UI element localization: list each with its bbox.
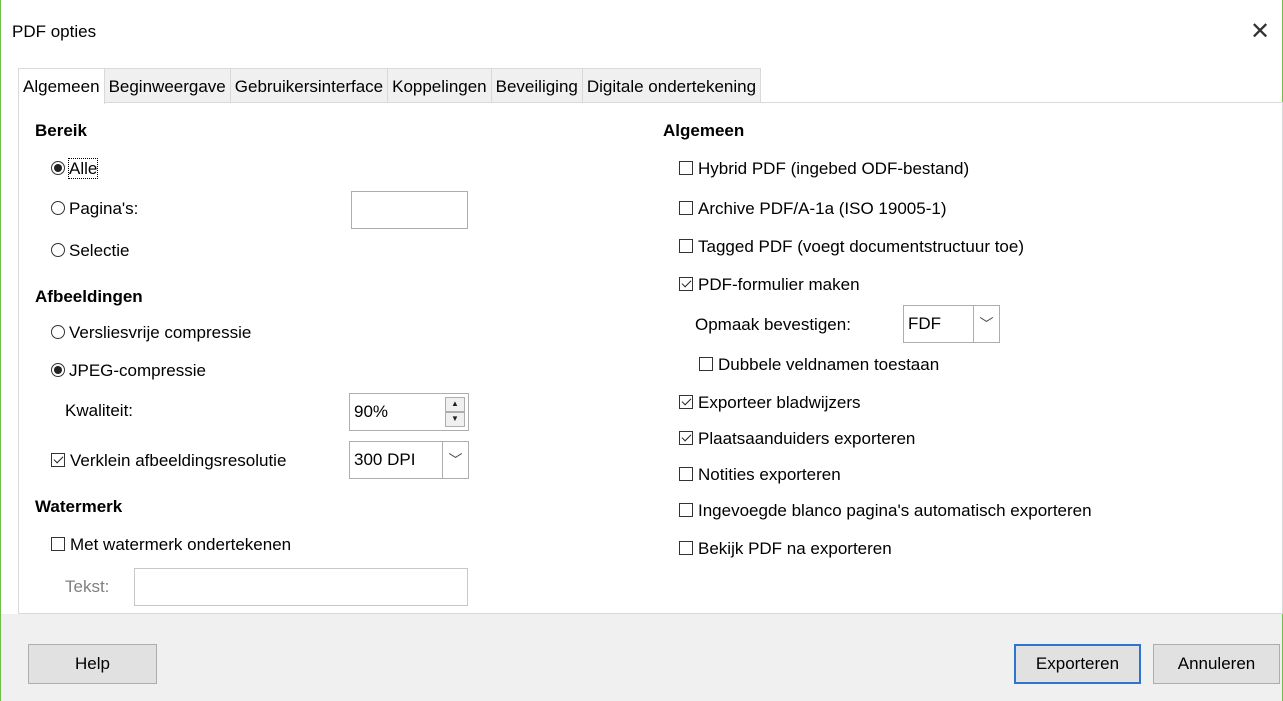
- hybrid-pdf-label: Hybrid PDF (ingebed ODF-bestand): [698, 159, 970, 178]
- radio-icon[interactable]: [51, 325, 65, 339]
- range-pages-label: Pagina's:: [69, 199, 139, 218]
- jpeg-option[interactable]: JPEG-compressie: [51, 361, 206, 381]
- checkbox-icon[interactable]: [679, 541, 693, 555]
- pdf-options-dialog: PDF opties ✕ Algemeen Beginweergave Gebr…: [0, 0, 1283, 701]
- archive-pdf-option[interactable]: Archive PDF/A-1a (ISO 19005-1): [679, 199, 946, 219]
- tab-panel-algemeen: Bereik Alle Pagina's: Selectie Afbeeldin…: [18, 102, 1283, 614]
- button-bar: Help Exporteren Annuleren: [1, 614, 1282, 701]
- submit-format-value: FDF: [908, 314, 942, 333]
- duplicate-fields-label: Dubbele veldnamen toestaan: [718, 355, 940, 374]
- general-heading: Algemeen: [663, 121, 745, 140]
- checkbox-icon[interactable]: [51, 537, 65, 551]
- radio-selected-icon[interactable]: [51, 161, 65, 175]
- archive-pdf-label: Archive PDF/A-1a (ISO 19005-1): [698, 199, 947, 218]
- quality-value: 90%: [354, 402, 389, 421]
- export-bookmarks-option[interactable]: Exporteer bladwijzers: [679, 393, 861, 413]
- reduce-resolution-option[interactable]: Verklein afbeeldingsresolutie: [51, 451, 286, 471]
- tab-digitale-ondertekening[interactable]: Digitale ondertekening: [581, 68, 762, 103]
- watermark-sign-label: Met watermerk ondertekenen: [70, 535, 292, 554]
- pdf-form-option[interactable]: PDF-formulier maken: [679, 275, 860, 295]
- reduce-resolution-label: Verklein afbeeldingsresolutie: [70, 451, 287, 470]
- submit-format-label: Opmaak bevestigen:: [695, 315, 851, 334]
- lossless-label: Versliesvrije compressie: [69, 323, 252, 342]
- chevron-down-icon[interactable]: ﹀: [442, 442, 468, 478]
- lossless-option[interactable]: Versliesvrije compressie: [51, 323, 251, 343]
- pdf-form-label: PDF-formulier maken: [698, 275, 860, 294]
- watermark-text-input[interactable]: [134, 568, 468, 606]
- tab-algemeen[interactable]: Algemeen: [18, 68, 105, 104]
- range-selection-option[interactable]: Selectie: [51, 241, 129, 261]
- help-button[interactable]: Help: [28, 644, 157, 684]
- tab-bar: Algemeen Beginweergave Gebruikersinterfa…: [18, 68, 762, 104]
- watermerk-heading: Watermerk: [35, 497, 123, 516]
- chevron-down-icon[interactable]: ﹀: [973, 306, 999, 342]
- dialog-title: PDF opties: [12, 22, 97, 41]
- submit-format-select[interactable]: FDF ﹀: [903, 305, 1000, 343]
- range-pages-option[interactable]: Pagina's:: [51, 199, 138, 219]
- export-button[interactable]: Exporteren: [1014, 644, 1141, 684]
- tagged-pdf-label: Tagged PDF (voegt documentstructuur toe): [698, 237, 1024, 256]
- jpeg-label: JPEG-compressie: [69, 361, 206, 380]
- view-after-export-option[interactable]: Bekijk PDF na exporteren: [679, 539, 892, 559]
- range-selection-label: Selectie: [69, 241, 130, 260]
- export-blank-pages-label: Ingevoegde blanco pagina's automatisch e…: [698, 501, 1092, 520]
- checkbox-checked-icon[interactable]: [679, 277, 693, 291]
- watermark-sign-option[interactable]: Met watermerk ondertekenen: [51, 535, 291, 555]
- bereik-heading: Bereik: [35, 121, 87, 140]
- checkbox-icon[interactable]: [679, 239, 693, 253]
- range-all-label: Alle: [67, 158, 99, 179]
- export-bookmarks-label: Exporteer bladwijzers: [698, 393, 861, 412]
- checkbox-icon[interactable]: [679, 503, 693, 517]
- checkbox-icon[interactable]: [679, 201, 693, 215]
- checkbox-checked-icon[interactable]: [679, 395, 693, 409]
- pages-input[interactable]: [351, 191, 468, 229]
- export-blank-pages-option[interactable]: Ingevoegde blanco pagina's automatisch e…: [679, 501, 1092, 521]
- spin-up-icon[interactable]: ▲: [445, 397, 465, 412]
- watermark-text-label: Tekst:: [65, 577, 110, 596]
- radio-icon[interactable]: [51, 243, 65, 257]
- spin-down-icon[interactable]: ▼: [445, 412, 465, 427]
- range-all-option[interactable]: Alle: [51, 158, 99, 179]
- tab-beginweergave[interactable]: Beginweergave: [103, 68, 231, 103]
- view-after-export-label: Bekijk PDF na exporteren: [698, 539, 892, 558]
- cancel-button[interactable]: Annuleren: [1153, 644, 1280, 684]
- checkbox-icon[interactable]: [679, 467, 693, 481]
- resolution-value: 300 DPI: [354, 450, 416, 469]
- title-bar: PDF opties ✕: [1, 0, 1282, 66]
- radio-selected-icon[interactable]: [51, 363, 65, 377]
- resolution-select[interactable]: 300 DPI ﹀: [349, 441, 469, 479]
- checkbox-icon[interactable]: [699, 357, 713, 371]
- duplicate-fields-option[interactable]: Dubbele veldnamen toestaan: [699, 355, 939, 375]
- tab-beveiliging[interactable]: Beveiliging: [490, 68, 583, 103]
- afbeeldingen-heading: Afbeeldingen: [35, 287, 143, 306]
- export-placeholders-option[interactable]: Plaatsaanduiders exporteren: [679, 429, 915, 449]
- checkbox-checked-icon[interactable]: [51, 453, 65, 467]
- checkbox-icon[interactable]: [679, 161, 693, 175]
- export-placeholders-label: Plaatsaanduiders exporteren: [698, 429, 916, 448]
- tab-gebruikersinterface[interactable]: Gebruikersinterface: [229, 68, 389, 103]
- close-icon[interactable]: ✕: [1244, 16, 1276, 48]
- hybrid-pdf-option[interactable]: Hybrid PDF (ingebed ODF-bestand): [679, 159, 969, 179]
- quality-label: Kwaliteit:: [65, 401, 134, 420]
- quality-spin-buttons: ▲ ▼: [445, 397, 465, 427]
- export-notes-option[interactable]: Notities exporteren: [679, 465, 841, 485]
- export-notes-label: Notities exporteren: [698, 465, 841, 484]
- checkbox-checked-icon[interactable]: [679, 431, 693, 445]
- radio-icon[interactable]: [51, 201, 65, 215]
- tagged-pdf-option[interactable]: Tagged PDF (voegt documentstructuur toe): [679, 237, 1024, 257]
- quality-spinner[interactable]: 90% ▲ ▼: [349, 393, 469, 431]
- tab-koppelingen[interactable]: Koppelingen: [387, 68, 492, 103]
